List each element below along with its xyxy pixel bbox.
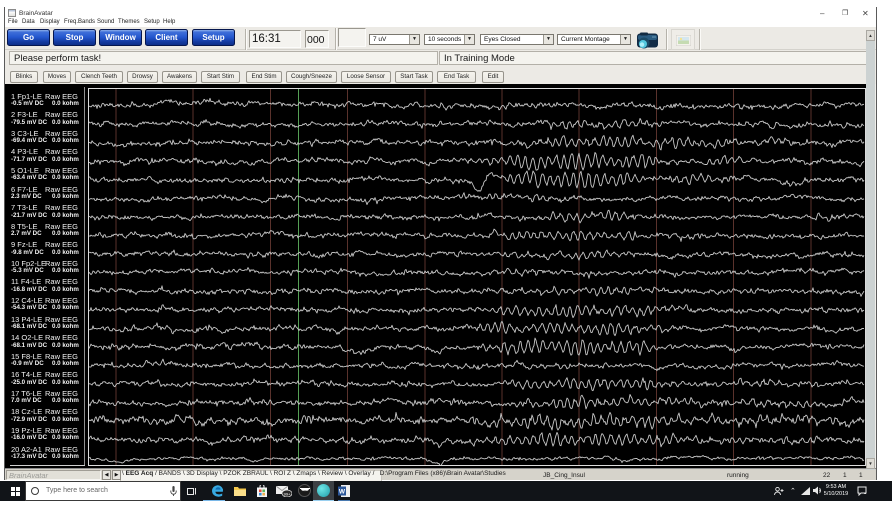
svg-text:99+: 99+ (284, 492, 291, 497)
svg-text:W: W (339, 489, 346, 496)
